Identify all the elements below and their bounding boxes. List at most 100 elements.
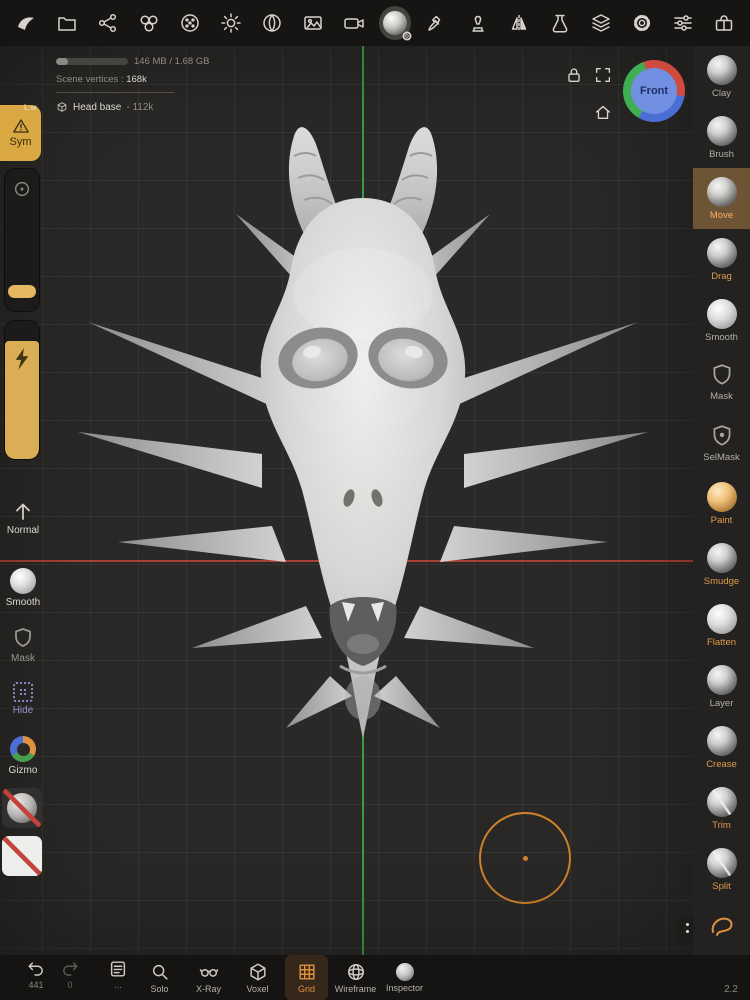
voxel-toggle[interactable]: Voxel — [236, 955, 279, 1000]
vertices-label: Scene vertices : — [56, 74, 124, 85]
intensity-bolt-icon — [15, 348, 29, 370]
memory-bar-fill — [56, 58, 68, 65]
wireframe-sphere-icon — [347, 963, 364, 980]
object-vertex-count: - 112k — [126, 101, 154, 113]
wireframe-toggle[interactable]: Wireframe — [334, 955, 377, 1000]
layers-icon — [591, 14, 610, 32]
inspector-toggle[interactable]: Inspector — [383, 955, 426, 1000]
redo-count: 0 — [67, 980, 73, 990]
material-button[interactable] — [256, 3, 288, 43]
hide-label: Hide — [12, 705, 34, 716]
gizmo-label: Gizmo — [8, 765, 38, 776]
tool-label: Mask — [710, 390, 733, 402]
material-swatch-sphere — [7, 793, 37, 823]
layers-button[interactable] — [585, 3, 617, 43]
color-picker-button[interactable] — [420, 3, 452, 43]
grid-toggle[interactable]: Grid — [285, 955, 328, 1000]
tool-label: Crease — [706, 758, 737, 770]
tool-smooth[interactable]: Smooth — [693, 290, 750, 351]
tool-label: Smooth — [705, 331, 738, 343]
gizmo-button[interactable]: Gizmo — [0, 736, 46, 776]
trim-sphere-icon — [706, 786, 737, 817]
tool-clay[interactable]: Clay — [693, 46, 750, 107]
project-menu-button[interactable] — [10, 3, 42, 43]
smooth-sphere-icon — [10, 568, 36, 594]
fullscreen-button[interactable] — [593, 65, 613, 90]
tool-layer[interactable]: Layer — [693, 656, 750, 717]
stamp-button[interactable] — [462, 3, 494, 43]
brush-cursor[interactable] — [479, 812, 571, 904]
mask-shield-icon — [713, 363, 730, 385]
tool-lasso-partial[interactable] — [693, 900, 750, 955]
tool-paint[interactable]: Paint — [693, 473, 750, 534]
lighting-button[interactable] — [215, 3, 247, 43]
clay-sphere-icon — [706, 54, 737, 85]
symmetry-tab-label: Sym — [9, 136, 32, 148]
bottom-toolbar: 441 0 ... Solo X-Ray Voxel Grid Wirefram… — [0, 955, 750, 1000]
tool-smudge[interactable]: Smudge — [693, 534, 750, 595]
redo-button[interactable]: 0 — [60, 959, 80, 990]
color-swatch[interactable] — [2, 836, 42, 876]
export-button[interactable] — [92, 3, 124, 43]
quick-mask-button[interactable]: Mask — [0, 626, 46, 664]
material-ball-icon — [263, 14, 282, 32]
matcap-button[interactable] — [379, 3, 412, 43]
tool-move[interactable]: Move — [693, 168, 750, 229]
xray-toggle[interactable]: X-Ray — [187, 955, 230, 1000]
tool-trim[interactable]: Trim — [693, 778, 750, 839]
intensity-slider[interactable] — [4, 320, 40, 460]
tool-brush[interactable]: Brush — [693, 107, 750, 168]
object-row[interactable]: Head base - 112k — [56, 101, 210, 113]
lock-camera-button[interactable] — [564, 65, 584, 90]
primitives-button[interactable] — [133, 3, 165, 43]
interface-button[interactable] — [708, 3, 740, 43]
image-icon — [304, 16, 323, 30]
stamp-icon — [471, 15, 484, 32]
video-camera-icon — [344, 18, 365, 29]
intensity-slider-fill — [5, 341, 39, 459]
material-swatch[interactable] — [2, 788, 42, 828]
topology-icon — [181, 14, 199, 32]
background-button[interactable] — [297, 3, 329, 43]
camera-button[interactable] — [338, 3, 370, 43]
stroke-normal-button[interactable]: Normal — [0, 500, 46, 536]
vertices-value: 168k — [126, 74, 147, 85]
grid-icon — [298, 963, 315, 980]
tool-split[interactable]: Split — [693, 839, 750, 900]
crease-sphere-icon — [706, 725, 737, 756]
tool-mask[interactable]: Mask — [693, 351, 750, 412]
tool-label: Flatten — [706, 636, 737, 648]
reset-view-button[interactable] — [593, 102, 613, 127]
selmask-shield-icon — [713, 424, 730, 446]
tool-crease[interactable]: Crease — [693, 717, 750, 778]
solo-toggle[interactable]: Solo — [138, 955, 181, 1000]
memory-text: 146 MB / 1.68 GB — [134, 56, 210, 67]
quick-smooth-button[interactable]: Smooth — [0, 568, 46, 608]
topology-button[interactable] — [174, 3, 206, 43]
radius-slider-handle[interactable] — [8, 285, 36, 298]
radius-icon — [14, 181, 30, 197]
hide-button[interactable]: Hide — [0, 682, 46, 716]
layer-sphere-icon — [706, 664, 737, 695]
history-more-label: ... — [114, 980, 122, 990]
sliders-button[interactable] — [667, 3, 699, 43]
symmetry-tab[interactable]: Sym — [0, 105, 41, 161]
warning-triangle-icon — [12, 119, 29, 133]
view-label[interactable]: Front — [631, 68, 677, 114]
files-button[interactable] — [51, 3, 83, 43]
left-overlay-caption: L.w — [24, 103, 37, 112]
sculpt-viewport[interactable] — [0, 46, 693, 955]
tool-drag[interactable]: Drag — [693, 229, 750, 290]
undo-button[interactable]: 441 — [26, 959, 46, 990]
radius-slider[interactable] — [4, 168, 40, 312]
tool-selmask[interactable]: SelMask — [693, 412, 750, 473]
settings-button[interactable] — [626, 3, 658, 43]
tool-label: Split — [712, 880, 731, 892]
sliders-icon — [674, 15, 692, 31]
sun-icon — [221, 13, 241, 33]
history-list-button[interactable]: ... — [108, 959, 128, 990]
postprocess-button[interactable] — [544, 3, 576, 43]
view-orientation-gizmo[interactable]: Front — [623, 60, 685, 122]
symmetry-button[interactable] — [503, 3, 535, 43]
tool-flatten[interactable]: Flatten — [693, 595, 750, 656]
